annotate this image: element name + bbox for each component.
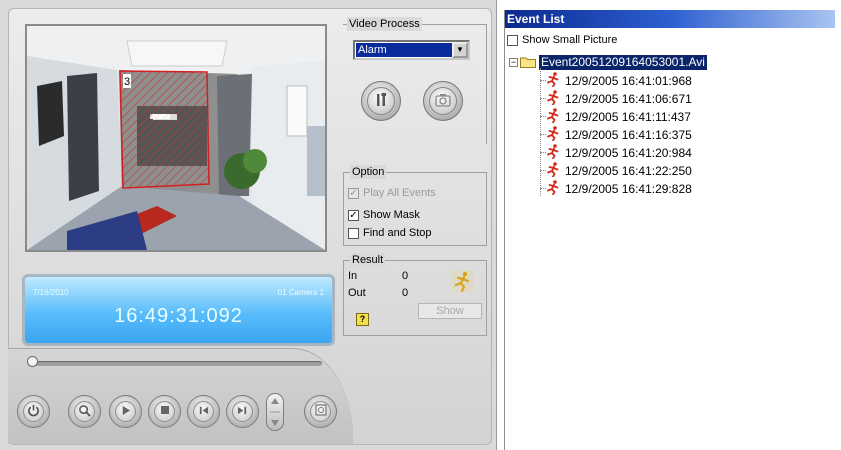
tree-root-label: Event20051209164053001.Avi [539,54,707,70]
event-timestamp: 12/9/2005 16:41:16:375 [565,127,692,142]
event-list-panel: Event List Show Small Picture − Event200… [504,10,835,450]
play-icon [120,405,131,419]
snapshot-icon [314,404,327,419]
event-timestamp: 12/9/2005 16:41:22:250 [565,163,692,178]
show-mask-checkbox[interactable]: ✓ [348,210,359,221]
out-value: 0 [402,287,409,299]
event-person-icon [545,89,561,108]
running-person-icon [452,270,474,295]
speed-icon [267,398,283,433]
next-button[interactable] [226,395,259,428]
tools-icon [373,92,389,111]
speed-control[interactable] [266,393,284,431]
video-process-select[interactable]: Alarm ▼ [353,40,470,60]
in-value: 0 [402,270,409,282]
event-item[interactable]: 12/9/2005 16:41:22:250 [545,162,692,179]
event-person-icon [545,143,561,162]
play-all-events-label: Play All Events [363,187,436,199]
event-item[interactable]: 12/9/2005 16:41:16:375 [545,126,692,143]
power-icon [27,404,40,420]
seek-thumb[interactable] [27,356,38,367]
play-button[interactable] [109,395,142,428]
time-display: 7/16/2010 01 Camera 1 16:49:31:092 [22,274,335,346]
display-time: 16:49:31:092 [114,305,243,327]
event-item[interactable]: 12/9/2005 16:41:29:828 [545,180,692,197]
show-button[interactable]: Show [418,303,482,319]
result-label: Result [350,253,386,267]
next-icon [237,405,248,419]
find-and-stop-option[interactable]: Find and Stop [348,226,432,241]
option-label: Option [350,165,387,179]
stop-icon [160,405,170,418]
find-and-stop-checkbox[interactable] [348,228,359,239]
event-person-icon [545,71,561,90]
video-view[interactable]: 3 [25,24,327,252]
event-timestamp: 12/9/2005 16:41:29:828 [565,181,692,196]
event-item[interactable]: 12/9/2005 16:41:20:984 [545,144,692,161]
show-mask-option[interactable]: ✓ Show Mask [348,208,420,223]
display-camera: 01 Camera 1 [277,288,324,297]
event-item[interactable]: 12/9/2005 16:41:06:671 [545,90,692,107]
event-person-icon [545,107,561,126]
help-icon[interactable]: ? [356,313,369,326]
tree-line [540,68,541,196]
tree-root-item[interactable]: − Event20051209164053001.Avi [509,54,707,70]
previous-icon [198,405,209,419]
zoom-icon [78,404,91,420]
camera-icon [435,93,451,110]
show-small-picture-checkbox[interactable] [507,34,518,46]
display-date: 7/16/2010 [33,288,69,297]
event-timestamp: 12/9/2005 16:41:20:984 [565,145,692,160]
video-process-value: Alarm [356,43,452,57]
event-timestamp: 12/9/2005 16:41:01:968 [565,73,692,88]
zoom-button[interactable] [68,395,101,428]
event-item[interactable]: 12/9/2005 16:41:11:437 [545,108,691,125]
stop-button[interactable] [148,395,181,428]
event-item[interactable]: 12/9/2005 16:41:01:968 [545,72,692,89]
capture-button[interactable] [423,81,463,121]
chevron-down-icon: ▼ [456,45,464,54]
video-process-label: Video Process [347,17,422,31]
show-mask-label: Show Mask [363,209,420,221]
svg-text:3: 3 [124,76,130,88]
event-timestamp: 12/9/2005 16:41:11:437 [565,109,691,124]
show-small-picture-option[interactable]: Show Small Picture [507,34,617,46]
previous-button[interactable] [187,395,220,428]
setup-button[interactable] [361,81,401,121]
seek-track[interactable] [30,361,322,366]
collapse-icon[interactable]: − [509,57,518,67]
event-person-icon [545,179,561,198]
folder-icon [520,56,536,68]
event-person-icon [545,161,561,180]
power-button[interactable] [17,395,50,428]
in-label: In [348,270,358,282]
out-label: Out [348,287,366,299]
snapshot-button[interactable] [304,395,337,428]
dropdown-button[interactable]: ▼ [452,42,468,58]
find-and-stop-label: Find and Stop [363,227,432,239]
play-all-events-checkbox: ✓ [348,187,359,199]
event-timestamp: 12/9/2005 16:41:06:671 [565,91,692,106]
event-person-icon [545,125,561,144]
show-small-picture-label: Show Small Picture [522,34,618,46]
player-panel: 3 7/16/2010 01 Camera 1 16:49:31:092 Vid… [0,0,497,450]
play-all-events-option: ✓ Play All Events [348,186,436,201]
event-list-title: Event List [505,10,835,28]
